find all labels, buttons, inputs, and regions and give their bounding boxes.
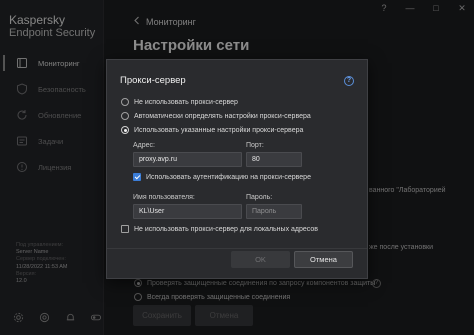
option-label: Автоматически определять настройки прокс…: [134, 112, 311, 120]
address-label: Адрес:: [133, 142, 155, 149]
option-use-specified-proxy[interactable]: Использовать указанные настройки прокси-…: [121, 126, 303, 134]
option-label: Использовать указанные настройки прокси-…: [134, 126, 304, 134]
proxy-server-dialog: Прокси-сервер ? Не использовать прокси-с…: [106, 59, 368, 279]
cancel-button[interactable]: Отмена: [294, 251, 353, 268]
checkbox[interactable]: [133, 173, 141, 181]
address-field[interactable]: proxy.avp.ru: [133, 152, 242, 167]
bypass-local-checkbox[interactable]: Не использовать прокси-сервер для локаль…: [121, 225, 318, 233]
radio-button[interactable]: [121, 112, 129, 120]
username-label: Имя пользователя:: [133, 194, 195, 201]
password-field[interactable]: Пароль: [246, 204, 302, 219]
checkbox[interactable]: [121, 225, 129, 233]
help-icon[interactable]: ?: [344, 76, 354, 86]
radio-button[interactable]: [121, 98, 129, 106]
radio-button[interactable]: [121, 126, 129, 134]
option-auto-detect-proxy[interactable]: Автоматически определять настройки прокс…: [121, 112, 311, 120]
checkbox-label: Не использовать прокси-сервер для локаль…: [134, 225, 318, 233]
dialog-title: Прокси-сервер: [120, 75, 186, 86]
option-no-proxy[interactable]: Не использовать прокси-сервер: [121, 98, 238, 106]
use-auth-checkbox[interactable]: Использовать аутентификацию на прокси-се…: [133, 173, 311, 181]
checkbox-label: Использовать аутентификацию на прокси-се…: [146, 173, 311, 181]
option-label: Не использовать прокси-сервер: [134, 98, 238, 106]
username-field[interactable]: KL\User: [133, 204, 242, 219]
password-label: Пароль:: [246, 194, 273, 201]
port-label: Порт:: [246, 142, 264, 149]
port-field[interactable]: 80: [246, 152, 302, 167]
ok-button[interactable]: OK: [231, 251, 290, 268]
